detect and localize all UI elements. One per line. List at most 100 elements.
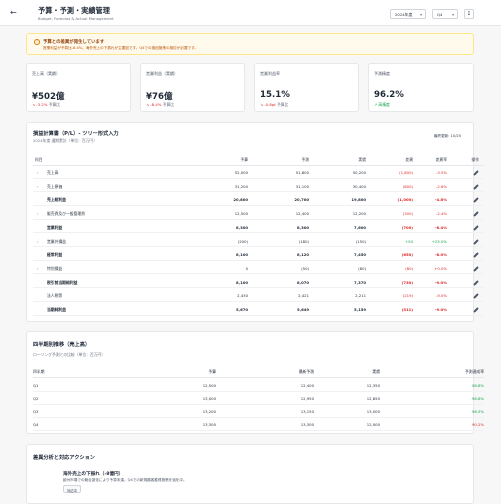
variance-value: +50 [404, 238, 413, 244]
fiscal-year-select[interactable]: 2024年度 ▾ [390, 9, 426, 19]
table-row: 営業利益 8,300 8,300 7,600 (700) -8.4% [33, 221, 484, 234]
edit-pencil-icon[interactable] [473, 224, 479, 231]
edit-pencil-icon[interactable] [473, 279, 479, 286]
expand-chevron-icon[interactable]: › [37, 239, 39, 244]
variance-rate-value: -9.0% [434, 279, 447, 285]
budget-value: 2,430 [237, 293, 248, 299]
kpi-delta-value: -8.4% [150, 102, 162, 107]
account-name: 特別損益 [47, 265, 63, 271]
kpi-value: 96.2% [374, 90, 404, 100]
variance-value: (1,000) [397, 197, 413, 203]
achievement-rate-value: 98.5% [471, 409, 484, 414]
col-latest-forecast: 最新予測 [298, 369, 314, 374]
account-name: 経常利益 [47, 252, 63, 258]
forecast-value: 5,649 [296, 307, 309, 312]
quarterly-subtitle: ローリング予測との比較（単位：百万円） [33, 352, 106, 357]
account-name: 販売費及び一般管理費 [47, 211, 85, 217]
quarter-name: Q2 [33, 396, 39, 401]
page-subtitle: Budget, Forecast & Actual Management [38, 16, 114, 21]
edit-pencil-icon[interactable] [473, 211, 479, 217]
last-updated: 最終更新: 10/20 [433, 134, 461, 138]
kpi-value: 15.1% [260, 90, 290, 100]
variance-value: (700) [401, 224, 413, 230]
budget-value: 0 [245, 265, 248, 271]
kpi-delta-note: 予算比 [162, 102, 175, 107]
forecast-value: 20,700 [294, 197, 309, 203]
kpi-delta-note: 予算比 [276, 102, 289, 107]
account-name: 税引前当期純利益 [47, 279, 78, 285]
budget-value: 8,100 [235, 252, 248, 258]
variance-rate-value: -8.0% [434, 252, 447, 258]
forecast-value: 2,421 [298, 293, 309, 299]
edit-pencil-icon[interactable] [473, 252, 479, 259]
variance-rate-value: -9.0% [434, 307, 447, 312]
expand-chevron-icon[interactable]: › [37, 170, 39, 175]
col-forecast: 予測 [301, 157, 309, 162]
col-account: 科目 [35, 157, 43, 162]
forecast-value: (180) [298, 238, 309, 244]
forecast-value: 8,120 [296, 252, 309, 258]
edit-pencil-icon[interactable] [473, 266, 479, 272]
pl-subtitle: 2024年度 通期累計（単位：百万円） [33, 138, 98, 143]
quarter-select[interactable]: Q4 ▾ [432, 9, 458, 19]
actual-value: 12,850 [366, 396, 380, 401]
kpi-delta: ↘ -8.4% 予算比 [146, 102, 174, 108]
achievement-rate-value: 90.2% [471, 422, 484, 427]
plan-value: 13,200 [202, 409, 216, 414]
arrow-left-icon[interactable]: ← [10, 8, 17, 17]
variance-value: (650) [401, 252, 413, 258]
edit-pencil-icon[interactable] [473, 183, 479, 190]
trend-down-icon: ↘ [146, 102, 150, 107]
forecast-value: 8,070 [296, 279, 309, 285]
page-title: 予算・予測・実績管理 [38, 6, 110, 15]
download-icon[interactable]: ↧ [464, 9, 474, 19]
account-name: 営業利益 [47, 224, 63, 230]
quarter-name: Q4 [33, 422, 39, 427]
kpi-label: 売上高（実績） [32, 71, 60, 76]
fiscal-year-value: 2024年度 [395, 12, 413, 17]
edit-pencil-icon[interactable] [473, 307, 479, 313]
col-actual: 実績 [358, 157, 366, 162]
edit-pencil-icon[interactable] [473, 170, 479, 176]
expand-chevron-icon[interactable]: › [37, 266, 39, 271]
actual-value: 12,200 [352, 211, 366, 217]
actual-value: 7,450 [353, 252, 366, 258]
actual-value: 13,000 [366, 409, 380, 414]
table-row: › 売上高 52,000 51,800 50,200 (1,800) -3.5% [33, 166, 484, 179]
pl-title: 損益計算書（P/L）- ツリー形式入力 [33, 131, 119, 137]
col-budget: 予算 [240, 157, 248, 162]
budget-value: (200) [237, 238, 248, 244]
edit-pencil-icon[interactable] [473, 197, 479, 204]
actual-value: 7,600 [353, 224, 366, 230]
variance-rate-value: -8.4% [434, 224, 447, 230]
table-row: Q3 13,200 13,150 13,000 98.5% [33, 405, 484, 418]
edit-pencil-icon[interactable] [473, 238, 479, 245]
col-plan: 予算 [208, 369, 216, 374]
variance-alert: ! 予算との差異が発生しています 営業利益が予算比-8.4%。海外売上の下振れが… [26, 33, 474, 55]
actual-value: 12,000 [366, 422, 380, 427]
variance-value: (80) [405, 265, 413, 271]
trend-down-icon: ↘ [32, 102, 36, 107]
table-row: › 営業外損益 (200) (180) (150) +50 +25.0% [33, 235, 484, 248]
expand-chevron-icon[interactable]: › [37, 211, 39, 216]
expand-chevron-icon[interactable]: › [37, 184, 39, 189]
account-name: 売上高 [47, 170, 59, 175]
achievement-rate-value: 98.8% [471, 383, 484, 388]
kpi-delta-value: 高精度 [378, 102, 390, 107]
edit-pencil-icon[interactable] [473, 293, 479, 300]
actual-value: (150) [355, 238, 366, 244]
actual-value: (80) [358, 265, 366, 271]
variance-value: (219) [402, 293, 413, 299]
variance-rate-value: -3.5% [435, 170, 447, 175]
kpi-card-forecast-accuracy: 予測精度 96.2% ↗ 高精度 [368, 63, 474, 112]
achievement-rate-value: 98.8% [471, 396, 484, 401]
kpi-card-operating-profit: 営業利益（実績） ¥76億 ↘ -8.4% 予算比 [140, 63, 245, 112]
forecast-value: 13,150 [300, 409, 314, 414]
table-row: Q1 12,500 12,400 12,350 98.8% [33, 379, 484, 392]
quarter-name: Q3 [33, 409, 39, 414]
forecast-value: (50) [301, 265, 309, 271]
budget-value: 31,200 [234, 183, 248, 189]
table-row: Q2 13,000 12,950 12,850 98.8% [33, 392, 484, 405]
trend-up-icon: ↗ [374, 102, 378, 107]
forecast-value: 12,400 [300, 383, 314, 388]
